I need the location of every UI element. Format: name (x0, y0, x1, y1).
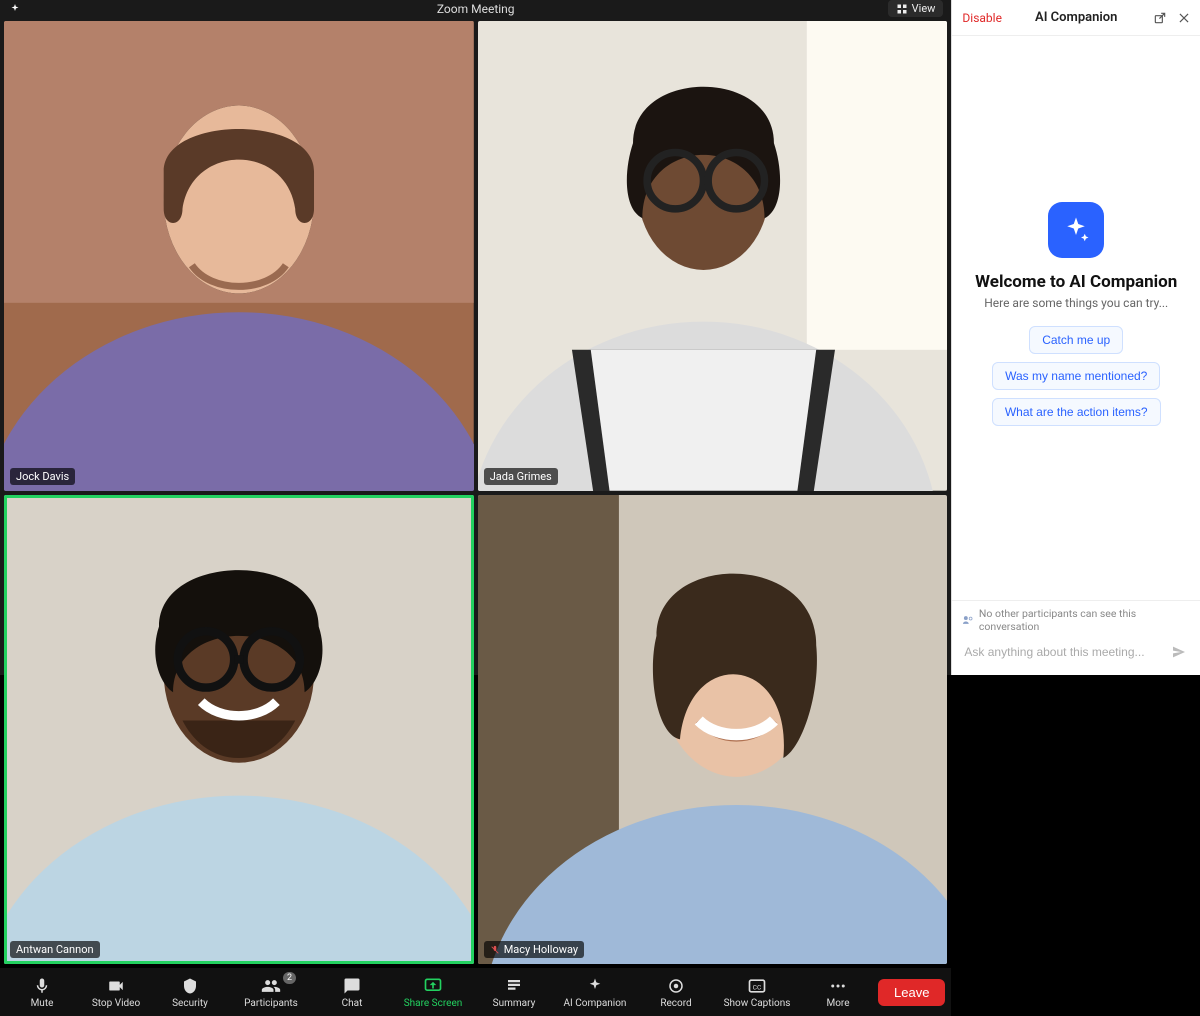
video-tile[interactable]: Jock Davis (4, 21, 474, 491)
summary-icon (504, 976, 524, 996)
security-button[interactable]: Security (154, 968, 226, 1016)
participants-count-badge: 2 (283, 972, 296, 984)
more-icon (828, 976, 848, 996)
panel-header: Disable AI Companion (952, 0, 1200, 36)
ai-companion-button[interactable]: AI Companion (552, 968, 638, 1016)
show-captions-button[interactable]: CC Show Captions (714, 968, 800, 1016)
view-label: View (912, 2, 936, 15)
participant-name-label: Antwan Cannon (10, 941, 100, 958)
close-icon[interactable] (1176, 10, 1192, 26)
shield-icon (180, 976, 200, 996)
panel-body: Welcome to AI Companion Here are some th… (952, 36, 1200, 600)
video-tile[interactable]: Macy Holloway (478, 495, 948, 965)
titlebar: Zoom Meeting View (0, 0, 951, 17)
video-tile[interactable]: Antwan Cannon (4, 495, 474, 965)
ai-sparkle-icon (8, 2, 22, 16)
muted-mic-icon (490, 945, 500, 955)
window-title: Zoom Meeting (437, 2, 515, 16)
mute-button[interactable]: Mute (6, 968, 78, 1016)
participant-name-label: Macy Holloway (484, 941, 584, 958)
privacy-note: No other participants can see this conve… (962, 607, 1190, 633)
participant-video (4, 495, 474, 965)
panel-footer: No other participants can see this conve… (952, 600, 1200, 675)
participant-video (4, 21, 474, 491)
meeting-toolbar: Mute Stop Video Security 2 Participants … (0, 968, 951, 1016)
record-icon (666, 976, 686, 996)
participant-video (478, 21, 948, 491)
disable-button[interactable]: Disable (962, 11, 1002, 25)
share-screen-button[interactable]: Share Screen (390, 968, 476, 1016)
record-button[interactable]: Record (640, 968, 712, 1016)
view-button[interactable]: View (888, 0, 944, 17)
send-icon[interactable] (1168, 641, 1190, 663)
suggestion-action-items[interactable]: What are the action items? (992, 398, 1161, 426)
leave-button[interactable]: Leave (878, 979, 945, 1006)
svg-text:CC: CC (753, 983, 762, 991)
captions-icon: CC (747, 976, 767, 996)
people-icon (261, 976, 281, 996)
participants-button[interactable]: 2 Participants (228, 968, 314, 1016)
share-screen-icon (423, 976, 443, 996)
suggestion-catch-me-up[interactable]: Catch me up (1029, 326, 1123, 354)
participant-video (478, 495, 948, 965)
ask-input[interactable] (962, 639, 1162, 665)
ai-companion-logo (1048, 202, 1104, 258)
participant-name-label: Jada Grimes (484, 468, 558, 485)
popout-icon[interactable] (1152, 10, 1168, 26)
privacy-icon (962, 614, 974, 626)
ai-companion-panel: Disable AI Companion Welcome to AI Compa… (951, 0, 1200, 675)
zoom-meeting-window: Zoom Meeting View Jock Davis (0, 0, 951, 675)
video-grid: Jock Davis Jada Grimes (0, 17, 951, 968)
sparkle-icon (585, 976, 605, 996)
more-button[interactable]: More (802, 968, 874, 1016)
camera-icon (106, 976, 126, 996)
welcome-title: Welcome to AI Companion (975, 272, 1177, 292)
participant-name-label: Jock Davis (10, 468, 75, 485)
chat-button[interactable]: Chat (316, 968, 388, 1016)
suggestion-name-mentioned[interactable]: Was my name mentioned? (992, 362, 1160, 390)
mic-icon (32, 976, 52, 996)
video-tile[interactable]: Jada Grimes (478, 21, 948, 491)
stop-video-button[interactable]: Stop Video (80, 968, 152, 1016)
summary-button[interactable]: Summary (478, 968, 550, 1016)
grid-icon (896, 3, 908, 15)
welcome-subtitle: Here are some things you can try... (984, 296, 1168, 310)
chat-icon (342, 976, 362, 996)
panel-title: AI Companion (1035, 10, 1117, 25)
